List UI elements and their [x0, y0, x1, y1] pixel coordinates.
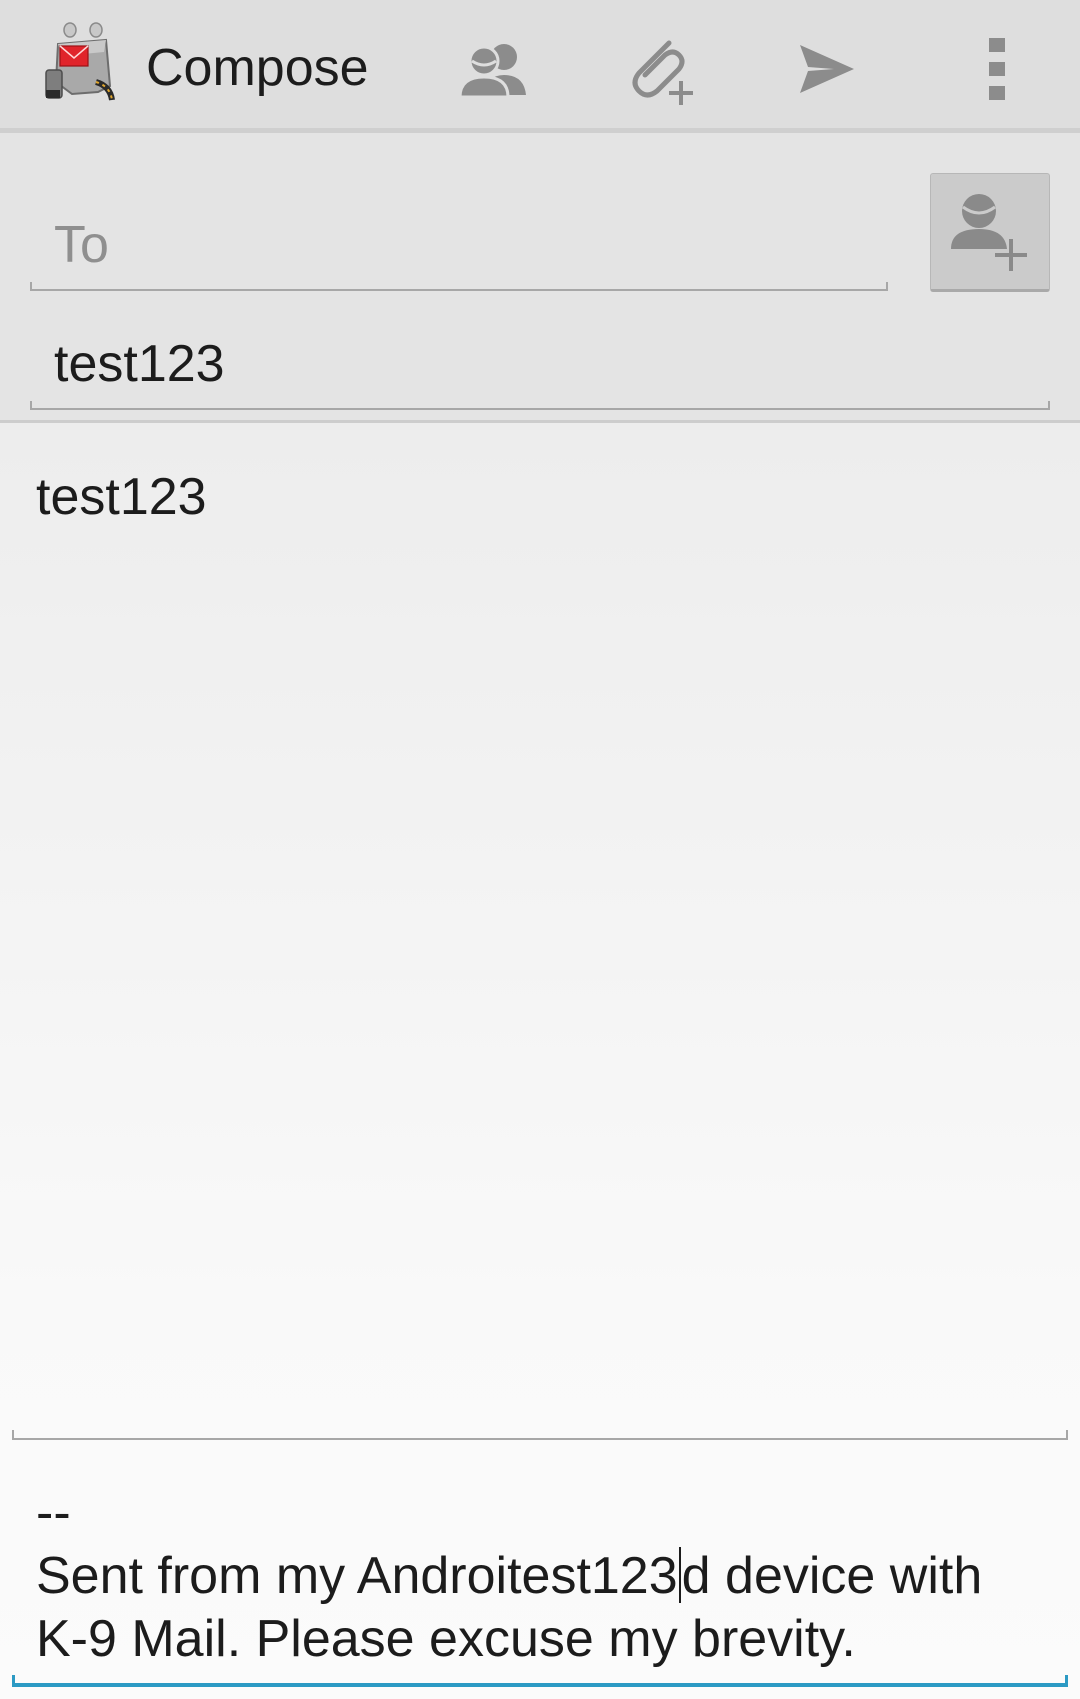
signature-separator: -- [36, 1484, 71, 1542]
message-body-underline [12, 1430, 1068, 1440]
subject-field[interactable]: test123 [30, 319, 1050, 410]
compose-header: To test123 [0, 133, 1080, 423]
signature-field[interactable]: -- Sent from my Androitest123d device wi… [12, 1474, 1068, 1687]
contacts-icon [458, 44, 526, 99]
signature-line-1-start: Sent from my Androitest123 [36, 1547, 678, 1605]
attach-file-button[interactable] [614, 24, 704, 114]
signature-line-1: Sent from my Androitest123d device with [36, 1545, 1046, 1608]
signature-line-2: K-9 Mail. Please excuse my brevity. [36, 1610, 856, 1668]
subject-value: test123 [54, 335, 225, 393]
send-icon [800, 45, 854, 93]
signature-text: -- Sent from my Androitest123d device wi… [36, 1482, 1046, 1671]
person-add-icon [951, 193, 1027, 271]
message-body-text[interactable]: test123 [36, 465, 207, 529]
app-title: Compose [146, 39, 369, 97]
send-button[interactable] [782, 24, 872, 114]
k9-mail-logo-icon[interactable] [44, 22, 124, 110]
add-from-contacts-button[interactable] [447, 24, 537, 114]
signature-line-1-end: d device with [681, 1547, 983, 1605]
add-recipient-button[interactable] [930, 173, 1050, 292]
to-field[interactable]: To [30, 201, 888, 291]
action-bar: Compose [0, 0, 1080, 133]
overflow-menu-button[interactable] [952, 24, 1042, 114]
attachment-add-icon [632, 40, 693, 105]
to-field-placeholder: To [54, 216, 109, 274]
text-cursor [678, 1547, 681, 1603]
more-vert-icon [989, 38, 1005, 100]
